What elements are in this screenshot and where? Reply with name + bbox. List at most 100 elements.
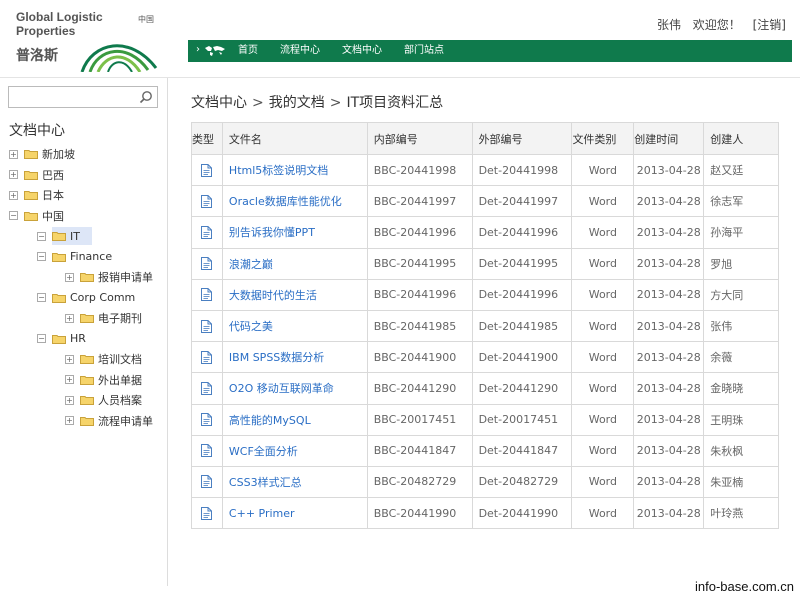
- collapse-icon[interactable]: −: [37, 231, 46, 241]
- table-row[interactable]: O2O 移动互联网革命 BBC-20441290 Det-20441290 Word 2…: [191, 372, 779, 405]
- expand-icon[interactable]: +: [65, 416, 74, 426]
- tree-item[interactable]: + 巴西: [0, 165, 168, 186]
- file-name-link[interactable]: IBM SPSS数据分析: [221, 341, 368, 374]
- logo[interactable]: Global Logistic Properties 普洛斯 中国: [16, 10, 166, 72]
- tree-item-label-wrap: 流程申请单: [80, 412, 165, 430]
- document-icon: [191, 403, 223, 436]
- tree-item-label: 培训文档: [98, 353, 142, 367]
- table-row[interactable]: IBM SPSS数据分析 BBC-20441900 Det-20441900 Word…: [191, 341, 779, 374]
- logo-text-line1: Global Logistic: [16, 10, 103, 24]
- expand-icon[interactable]: +: [65, 272, 74, 282]
- table-row[interactable]: Oracle数据库性能优化 BBC-20441997 Det-20441997 Wor…: [191, 185, 779, 218]
- table-row[interactable]: 浪潮之巅 BBC-20441995 Det-20441995 Word 2013-04-…: [191, 247, 779, 280]
- document-icon: [191, 341, 223, 374]
- breadcrumb-item[interactable]: 我的文档: [269, 95, 325, 111]
- table-row[interactable]: WCF全面分析 BBC-20441847 Det-20441847 Word 2013-…: [191, 434, 779, 467]
- tree-item-label: 新加坡: [42, 148, 75, 162]
- table-row[interactable]: 高性能的MySQL BBC-20017451 Det-20017451 Word 201…: [191, 403, 779, 436]
- logout-link[interactable]: [注销]: [753, 18, 786, 32]
- internal-no: BBC-20441998: [366, 153, 473, 187]
- tree-item[interactable]: + 流程申请单: [0, 411, 168, 432]
- created-date: 2013-04-28: [633, 309, 705, 343]
- table-row[interactable]: 别告诉我你懂PPT BBC-20441996 Det-20441996 Word 201…: [191, 216, 779, 249]
- created-date: 2013-04-28: [633, 403, 705, 436]
- search-icon[interactable]: [139, 90, 153, 104]
- breadcrumb-item: IT项目资料汇总: [346, 95, 444, 111]
- header-creator: 创建人: [703, 122, 779, 155]
- tree-item[interactable]: − HR: [0, 329, 168, 350]
- file-name-link[interactable]: 代码之美: [221, 309, 368, 343]
- creator: 朱亚楠: [703, 465, 779, 499]
- nav-item[interactable]: 首页: [238, 40, 258, 62]
- nav-item[interactable]: 部门站点: [404, 40, 444, 62]
- creator: 方大同: [703, 278, 779, 311]
- tree-item[interactable]: + 培训文档: [0, 349, 168, 370]
- file-name-link[interactable]: 浪潮之巅: [221, 247, 368, 280]
- tree-item-label: 中国: [42, 209, 64, 223]
- folder-icon: [80, 395, 94, 406]
- file-name-link[interactable]: Oracle数据库性能优化: [221, 185, 368, 218]
- logo-chinese-name: 普洛斯: [16, 48, 58, 64]
- expand-icon[interactable]: +: [65, 313, 74, 323]
- breadcrumb-item[interactable]: 文档中心: [191, 95, 247, 111]
- tree-item-label-wrap: 外出单据: [80, 371, 154, 389]
- folder-icon: [24, 190, 38, 201]
- internal-no: BBC-20017451: [366, 403, 473, 436]
- created-date: 2013-04-28: [633, 247, 705, 280]
- table-row[interactable]: 代码之美 BBC-20441985 Det-20441985 Word 2013-04-…: [191, 309, 779, 343]
- table-row[interactable]: 大数据时代的生活 BBC-20441996 Det-20441996 Word 2013…: [191, 278, 779, 311]
- tree-item-label-wrap: Corp Comm: [52, 289, 147, 307]
- collapse-icon[interactable]: −: [37, 293, 46, 303]
- document-icon: [191, 434, 223, 467]
- expand-icon[interactable]: +: [65, 395, 74, 405]
- file-name-link[interactable]: WCF全面分析: [221, 434, 368, 467]
- file-name-link[interactable]: O2O 移动互联网革命: [221, 372, 368, 405]
- tree-item[interactable]: + 新加坡: [0, 144, 168, 165]
- collapse-icon[interactable]: −: [37, 334, 46, 344]
- tree-item-label-wrap: HR: [52, 330, 98, 348]
- documents-table: 类型 文件名 内部编号 外部编号 文件类别 创建时间 创建人 Html5标签说明文档 BBC-…: [191, 122, 779, 530]
- breadcrumb: 文档中心 > 我的文档 > IT项目资料汇总: [191, 92, 443, 112]
- tree-item-label: 电子期刊: [98, 312, 142, 326]
- table-row[interactable]: CSS3样式汇总 BBC-20482729 Det-20482729 Word 2013…: [191, 465, 779, 499]
- table-row[interactable]: C++ Primer BBC-20441990 Det-20441990 Word 20…: [191, 497, 779, 530]
- table-row[interactable]: Html5标签说明文档 BBC-20441998 Det-20441998 Word 2…: [191, 153, 779, 187]
- tree-item[interactable]: + 电子期刊: [0, 308, 168, 329]
- collapse-icon[interactable]: −: [37, 252, 46, 262]
- expand-icon[interactable]: +: [65, 375, 74, 385]
- tree-item[interactable]: − Finance: [0, 247, 168, 268]
- file-name-link[interactable]: 大数据时代的生活: [221, 278, 368, 311]
- folder-icon: [80, 416, 94, 426]
- nav-item[interactable]: 文档中心: [342, 40, 382, 62]
- file-name-link[interactable]: Html5标签说明文档: [221, 153, 368, 187]
- breadcrumb-separator: >: [252, 95, 264, 111]
- tree-item[interactable]: + 人员档案: [0, 390, 168, 411]
- file-kind: Word: [571, 309, 635, 343]
- collapse-icon[interactable]: −: [9, 211, 18, 221]
- file-name-link[interactable]: 高性能的MySQL: [221, 403, 368, 436]
- tree-item[interactable]: + 外出单据: [0, 370, 168, 391]
- file-kind: Word: [571, 247, 635, 280]
- tree-item[interactable]: − IT: [0, 226, 168, 247]
- folder-tree: + 新加坡 + 巴西 + 日本 − 中国 − IT − Finance + 报销申请单 − Corp Comm…: [0, 144, 168, 431]
- tree-item[interactable]: + 日本: [0, 185, 168, 206]
- file-name-link[interactable]: 别告诉我你懂PPT: [221, 216, 368, 249]
- creator: 叶玲燕: [703, 497, 779, 530]
- document-icon: [191, 497, 223, 530]
- nav-item[interactable]: 流程中心: [280, 40, 320, 62]
- expand-icon[interactable]: +: [65, 354, 74, 364]
- tree-item[interactable]: + 报销申请单: [0, 267, 168, 288]
- search-input[interactable]: [9, 89, 135, 109]
- tree-item[interactable]: − 中国: [0, 206, 168, 227]
- folder-icon: [80, 272, 94, 283]
- file-name-link[interactable]: CSS3样式汇总: [221, 465, 368, 499]
- file-kind: Word: [571, 403, 635, 436]
- file-name-link[interactable]: C++ Primer: [221, 497, 368, 530]
- expand-icon[interactable]: +: [9, 170, 18, 180]
- expand-icon[interactable]: +: [9, 149, 18, 159]
- expand-icon[interactable]: +: [9, 190, 18, 200]
- tree-item[interactable]: − Corp Comm: [0, 288, 168, 309]
- internal-no: BBC-20441997: [366, 185, 473, 218]
- internal-no: BBC-20441985: [366, 309, 473, 343]
- external-no: Det-20441900: [471, 341, 573, 374]
